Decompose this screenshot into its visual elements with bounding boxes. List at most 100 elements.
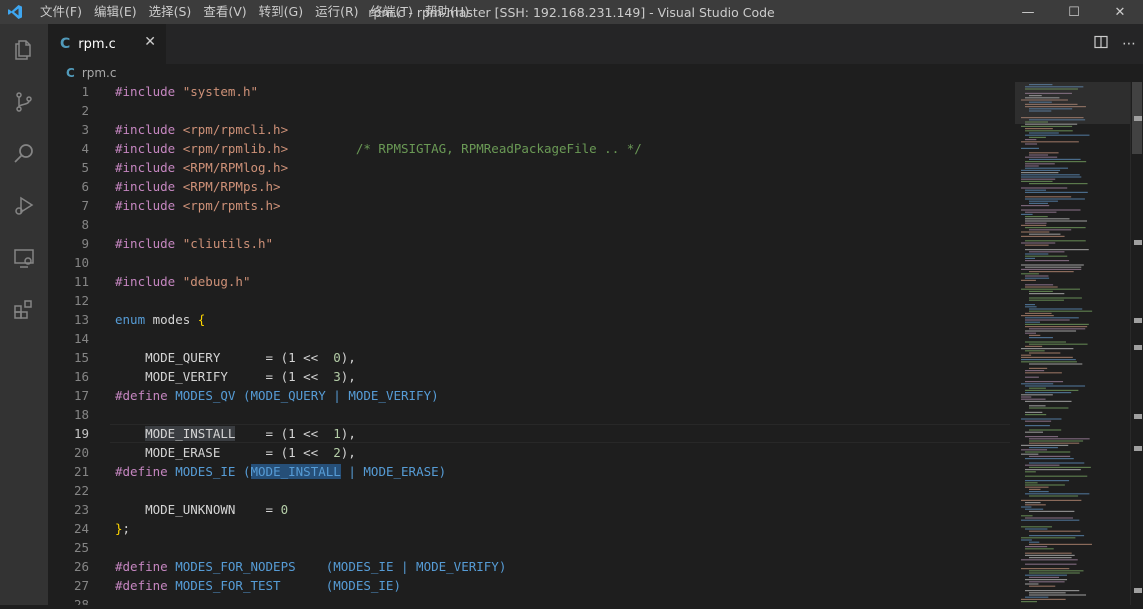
code-line[interactable]: 26 #define MODES_FOR_NODEPS (MODES_IE | M… [48, 557, 1143, 576]
minimap-line [1029, 233, 1061, 235]
code-line[interactable]: 25 [48, 538, 1143, 557]
minimap-viewport[interactable] [1015, 82, 1130, 124]
code-token: #include [115, 122, 183, 137]
code-line[interactable]: 11 #include "debug.h" [48, 272, 1143, 291]
minimap-line [1025, 134, 1090, 136]
minimap-line [1021, 205, 1050, 207]
code-token: modes [145, 312, 198, 327]
code-token: MODE_VERIFY = (1 << [115, 369, 334, 384]
minimap-line [1029, 308, 1083, 310]
extensions-icon[interactable] [0, 284, 48, 336]
code-line[interactable]: 13 enum modes { [48, 310, 1143, 329]
minimap-line [1025, 411, 1043, 413]
code-line[interactable]: 24}; [48, 519, 1143, 538]
code-line[interactable]: 12 [48, 291, 1143, 310]
code-line[interactable]: 2 [48, 101, 1143, 120]
code-line[interactable]: 16 MODE_VERIFY = (1 << 3), [48, 367, 1143, 386]
code-line[interactable]: 22 [48, 481, 1143, 500]
run-debug-icon[interactable] [0, 180, 48, 232]
line-number: 11 [73, 274, 89, 289]
minimap-line [1025, 161, 1087, 163]
minimap-line [1025, 504, 1046, 506]
minimap-line [1025, 277, 1050, 279]
menu-item[interactable]: 终端(T) [365, 0, 419, 24]
code-line[interactable]: 21 #define MODES_IE (MODE_INSTALL | MODE_… [48, 462, 1143, 481]
code-text: #include "cliutils.h" [115, 234, 273, 253]
menu-item[interactable]: 运行(R) [309, 0, 364, 24]
editor-tabs: C rpm.c ✕ ⋯ [48, 24, 1143, 64]
minimap-line [1021, 526, 1053, 528]
minimap-line [1025, 266, 1082, 268]
code-line[interactable]: 1 #include "system.h" [48, 82, 1143, 101]
more-actions-icon[interactable]: ⋯ [1115, 36, 1143, 52]
code-line[interactable]: 19 MODE_INSTALL = (1 << 1), [48, 424, 1143, 443]
tab-rpm-c[interactable]: C rpm.c ✕ [48, 24, 166, 64]
code-token: <rpm/rpmts.h> [182, 198, 281, 213]
code-line[interactable]: 17 #define MODES_QV (MODE_QUERY | MODE_VE… [48, 386, 1143, 405]
minimap-line [1025, 323, 1089, 325]
minimap-line [1025, 304, 1036, 306]
code-editor[interactable]: 1 #include "system.h" 2 3 #include <rpm/rpmc… [48, 82, 1143, 605]
minimap-line [1025, 376, 1039, 378]
minimap-line [1029, 290, 1053, 292]
menu-item[interactable]: 选择(S) [143, 0, 198, 24]
minimize-icon[interactable]: — [1005, 0, 1051, 24]
split-editor-icon[interactable] [1087, 35, 1115, 53]
code-line[interactable]: 15 MODE_QUERY = (1 << 0), [48, 348, 1143, 367]
code-line[interactable]: 14 [48, 329, 1143, 348]
code-line[interactable]: 20 MODE_ERASE = (1 << 2), [48, 443, 1143, 462]
menu-item[interactable]: 帮助(H) [419, 0, 475, 24]
code-line[interactable]: 27 #define MODES_FOR_TEST (MODES_IE) [48, 576, 1143, 595]
minimap-line [1025, 326, 1088, 328]
code-line[interactable]: 6 #include <RPM/RPMps.h> [48, 177, 1143, 196]
minimap-line [1021, 231, 1050, 233]
minimap-line [1021, 224, 1047, 226]
minimap-line [1021, 396, 1032, 398]
menu-item[interactable]: 查看(V) [197, 0, 252, 24]
menu-item[interactable]: 转到(G) [253, 0, 309, 24]
source-control-icon[interactable] [0, 76, 48, 128]
code-line[interactable]: 23 MODE_UNKNOWN = 0 [48, 500, 1143, 519]
minimap-line [1029, 530, 1081, 532]
code-line[interactable]: 3 #include <rpm/rpmcli.h> [48, 120, 1143, 139]
minimap-line [1025, 211, 1057, 213]
code-line[interactable]: 18 [48, 405, 1143, 424]
code-token: <RPM/RPMlog.h> [182, 160, 289, 175]
overview-ruler-mark [1134, 345, 1142, 350]
minimap[interactable] [1015, 82, 1130, 605]
explorer-icon[interactable] [0, 24, 48, 76]
code-line[interactable]: 28 [48, 595, 1143, 605]
tab-close-icon[interactable]: ✕ [144, 34, 156, 50]
menu-item[interactable]: 编辑(E) [88, 0, 143, 24]
code-line[interactable]: 10 [48, 253, 1143, 272]
minimap-line [1025, 255, 1068, 257]
minimap-line [1021, 598, 1066, 600]
search-icon[interactable] [0, 128, 48, 180]
remote-explorer-icon[interactable] [0, 232, 48, 284]
minimap-line [1029, 200, 1058, 202]
menu-bar: 文件(F) 编辑(E) 选择(S) 查看(V) 转到(G) 运行(R) 终端(T) 帮助(H) [34, 0, 475, 24]
minimap-line [1025, 414, 1047, 416]
code-line[interactable]: 5 #include <RPM/RPMlog.h> [48, 158, 1143, 177]
line-number: 2 [81, 103, 89, 118]
breadcrumb-file[interactable]: rpm.c [82, 66, 117, 80]
code-token: "system.h" [182, 84, 258, 99]
minimap-line [1021, 506, 1032, 508]
code-line[interactable]: 7 #include <rpm/rpmts.h> [48, 196, 1143, 215]
code-line[interactable]: 9 #include "cliutils.h" [48, 234, 1143, 253]
minimap-line [1021, 213, 1033, 215]
minimap-line [1025, 350, 1045, 352]
code-token: #define [115, 559, 176, 574]
close-icon[interactable]: ✕ [1097, 0, 1143, 24]
menu-item[interactable]: 文件(F) [34, 0, 88, 24]
maximize-icon[interactable]: ☐ [1051, 0, 1097, 24]
minimap-line [1025, 345, 1043, 347]
code-line[interactable]: 8 [48, 215, 1143, 234]
minimap-line [1021, 394, 1053, 396]
code-token: (MODE_QUERY | MODE_VERIFY) [235, 388, 439, 403]
minimap-line [1021, 398, 1046, 400]
code-token: MODES_QV [175, 388, 236, 403]
code-line[interactable]: 4 #include <rpm/rpmlib.h> /* RPMSIGTAG, R… [48, 139, 1143, 158]
scrollbar-track[interactable] [1130, 82, 1143, 605]
minimap-line [1025, 286, 1058, 288]
